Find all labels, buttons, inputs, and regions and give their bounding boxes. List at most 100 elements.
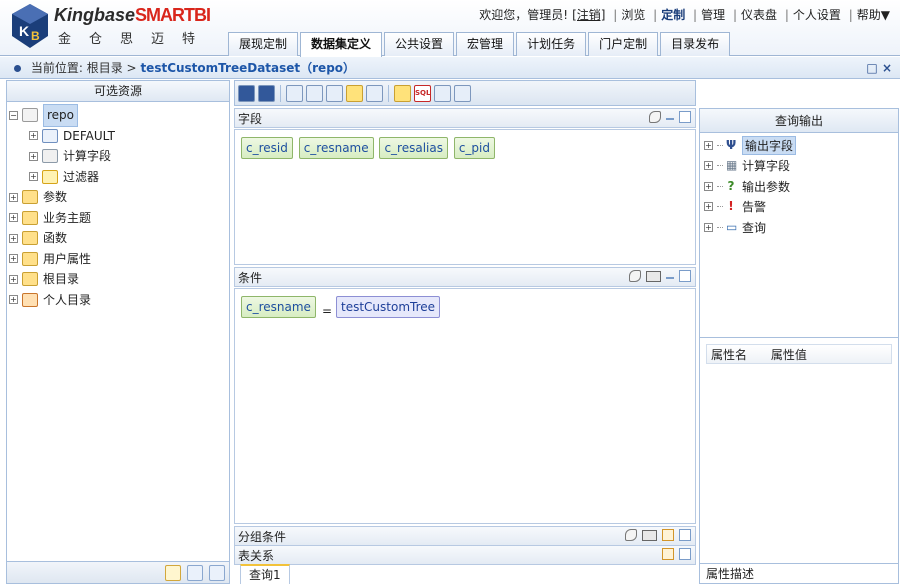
- group-conditions-title: 分组条件: [238, 530, 287, 544]
- business-theme-icon: [22, 210, 38, 225]
- tab-query-1[interactable]: 查询1: [240, 564, 290, 584]
- export-icon[interactable]: [366, 84, 383, 102]
- breadcrumb-arrow: >: [126, 61, 137, 75]
- save-as-icon[interactable]: [258, 84, 275, 102]
- clear-icon[interactable]: [649, 111, 661, 123]
- tab-dataset-definition[interactable]: 数据集定义: [300, 32, 383, 57]
- tab-public-settings[interactable]: 公共设置: [384, 32, 455, 56]
- tree-node-output-fields[interactable]: + Ψ 输出字段: [704, 135, 894, 156]
- minimize-icon[interactable]: [666, 277, 674, 279]
- svg-text:B: B: [31, 29, 40, 43]
- tree-node-functions[interactable]: + 函数: [9, 228, 227, 249]
- preview-search-icon[interactable]: [394, 84, 411, 102]
- maximize-icon[interactable]: [679, 270, 691, 282]
- properties-icon[interactable]: [286, 84, 303, 102]
- tree-node-calc-fields[interactable]: + ▦ 计算字段: [704, 156, 894, 177]
- tree-node-default[interactable]: + DEFAULT: [9, 126, 227, 147]
- clock-icon[interactable]: [434, 84, 451, 102]
- clear-icon[interactable]: [625, 529, 637, 541]
- keyboard-icon[interactable]: [646, 270, 661, 282]
- condition-value-chip[interactable]: testCustomTree: [336, 296, 441, 318]
- tree-node-query[interactable]: + ▭ 查询: [704, 217, 894, 238]
- conditions-area[interactable]: c_resname = testCustomTree: [234, 288, 696, 524]
- group-conditions-header[interactable]: 分组条件: [234, 526, 696, 546]
- top-links: 欢迎您，管理员! [注销] | 浏览 | 定制 | 管理 | 仪表盘 | 个人设置 | 帮助▼: [479, 8, 890, 22]
- field-chip[interactable]: c_resid: [241, 137, 293, 159]
- field-chip[interactable]: c_pid: [453, 137, 495, 159]
- refresh-icon[interactable]: [346, 84, 363, 102]
- expand-icon[interactable]: +: [29, 131, 38, 141]
- personal-settings-link[interactable]: 个人设置: [793, 8, 841, 22]
- tree-node-output-params[interactable]: + ? 输出参数: [704, 176, 894, 197]
- bullet-icon: [14, 65, 21, 72]
- tree-node-label: DEFAULT: [63, 128, 115, 143]
- manage-link[interactable]: 管理: [701, 8, 725, 22]
- breadcrumb-root[interactable]: 根目录: [87, 61, 123, 75]
- expand-icon[interactable]: +: [704, 181, 713, 191]
- save-icon[interactable]: [238, 84, 255, 102]
- tab-macro-management[interactable]: 宏管理: [456, 32, 515, 56]
- browse-link[interactable]: 浏览: [621, 8, 645, 22]
- tree-node-filters[interactable]: + 过滤器: [9, 167, 227, 188]
- add-query-icon[interactable]: [454, 84, 471, 102]
- help-menu[interactable]: 帮助▼: [857, 8, 890, 22]
- fields-section-header: 字段: [234, 108, 696, 128]
- maximize-icon[interactable]: [679, 529, 691, 541]
- tree-node-alerts[interactable]: + ! 告警: [704, 197, 894, 218]
- window-controls[interactable]: □ ×: [866, 57, 892, 79]
- tree-node-root-directory[interactable]: + 根目录: [9, 269, 227, 290]
- tree-node-label: 根目录: [43, 272, 80, 286]
- expand-icon[interactable]: +: [29, 151, 38, 161]
- clear-icon[interactable]: [629, 270, 641, 282]
- expand-section-icon[interactable]: [662, 529, 674, 541]
- expand-icon[interactable]: +: [9, 274, 18, 284]
- tree-node-label: 业务主题: [43, 210, 92, 225]
- tab-portal-custom[interactable]: 门户定制: [588, 32, 659, 56]
- expand-icon[interactable]: +: [704, 202, 713, 212]
- parameters-icon[interactable]: [326, 84, 343, 102]
- expand-icon[interactable]: +: [704, 140, 713, 150]
- fields-area[interactable]: c_resid c_resname c_resalias c_pid: [234, 129, 696, 265]
- maximize-icon[interactable]: [679, 111, 691, 123]
- expand-icon[interactable]: +: [9, 295, 18, 305]
- maximize-icon[interactable]: [679, 548, 691, 560]
- tab-display-custom[interactable]: 展现定制: [228, 32, 299, 56]
- expand-icon[interactable]: +: [704, 161, 713, 171]
- tree-node-repo[interactable]: − repo: [9, 104, 227, 127]
- tree-node-personal-directory[interactable]: + 个人目录: [9, 290, 227, 311]
- keyboard-icon[interactable]: [642, 529, 657, 541]
- list-view-icon[interactable]: [209, 565, 225, 581]
- field-chip[interactable]: c_resalias: [379, 137, 448, 159]
- tree-node-parameters[interactable]: + 参数: [9, 187, 227, 208]
- minimize-icon[interactable]: [666, 118, 674, 120]
- expand-section-icon[interactable]: [662, 548, 674, 560]
- breadcrumb-current: testCustomTreeDataset（repo）: [140, 61, 356, 75]
- tree-view-icon[interactable]: [187, 565, 203, 581]
- tree-node-business-themes[interactable]: + 业务主题: [9, 208, 227, 229]
- expand-icon[interactable]: +: [704, 222, 713, 232]
- expand-icon[interactable]: +: [9, 213, 18, 223]
- customize-link[interactable]: 定制: [661, 8, 685, 22]
- field-chip[interactable]: c_resname: [298, 137, 374, 159]
- expand-icon[interactable]: +: [9, 192, 18, 202]
- dashboard-link[interactable]: 仪表盘: [741, 8, 777, 22]
- tab-scheduled-tasks[interactable]: 计划任务: [516, 32, 587, 56]
- collapse-icon[interactable]: −: [9, 110, 18, 120]
- fields-section-title: 字段: [238, 112, 263, 126]
- query-output-tree: + Ψ 输出字段 + ▦ 计算字段 + ? 输出参数 + ! 告警 + ▭ 查询: [700, 133, 898, 338]
- search-icon[interactable]: [165, 565, 181, 581]
- condition-field-chip[interactable]: c_resname: [241, 296, 316, 318]
- condition-operator[interactable]: =: [322, 304, 332, 318]
- expand-icon[interactable]: +: [9, 254, 18, 264]
- sql-icon[interactable]: SQL: [414, 84, 431, 102]
- tree-node-calc-fields[interactable]: + 计算字段: [9, 146, 227, 167]
- expand-icon[interactable]: +: [9, 233, 18, 243]
- personal-folder-icon: [22, 292, 38, 307]
- grid-icon[interactable]: [306, 84, 323, 102]
- logout-link[interactable]: [注销]: [572, 8, 605, 22]
- tree-node-user-attributes[interactable]: + 用户属性: [9, 249, 227, 270]
- table-relations-header[interactable]: 表关系: [234, 545, 696, 565]
- property-description: 属性描述: [700, 563, 898, 583]
- tab-catalog-publish[interactable]: 目录发布: [660, 32, 731, 56]
- expand-icon[interactable]: +: [29, 172, 38, 182]
